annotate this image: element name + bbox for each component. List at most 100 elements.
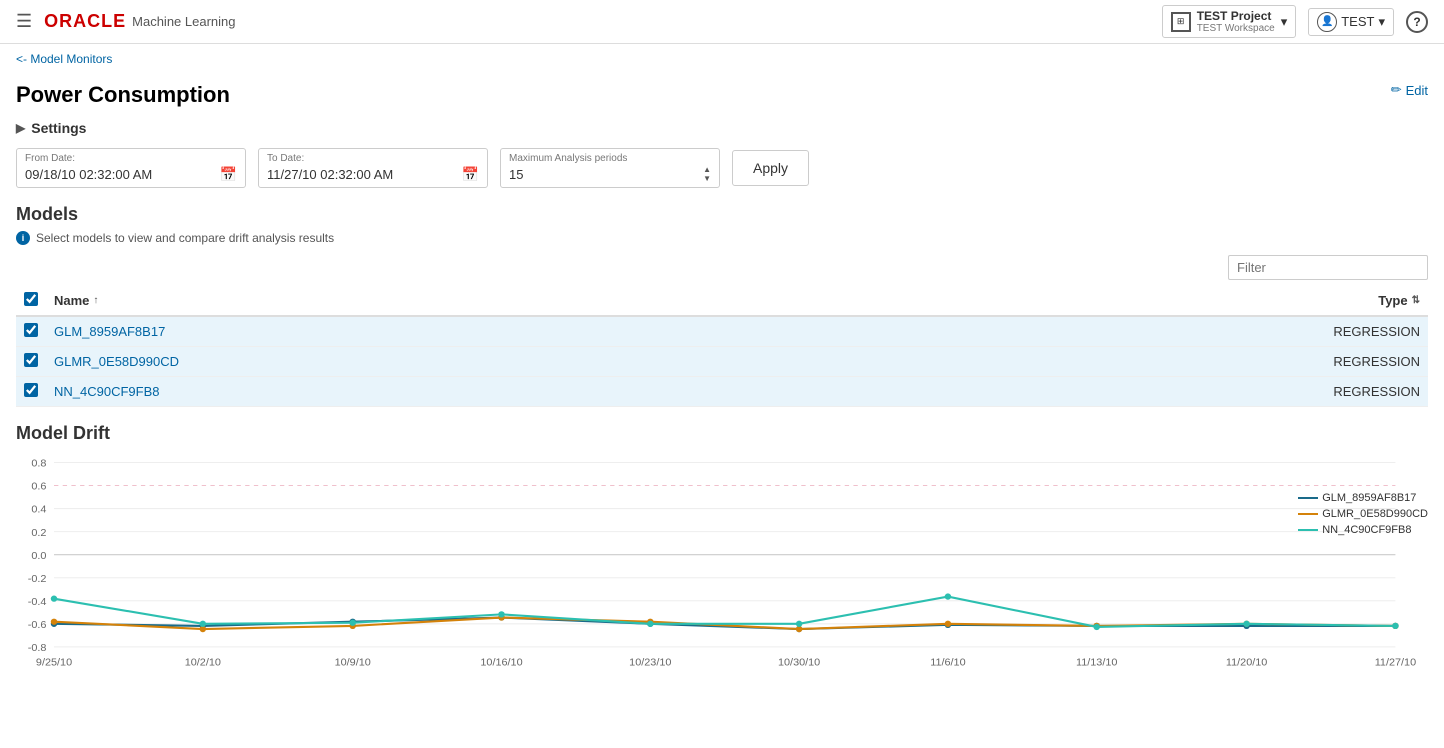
user-selector[interactable]: 👤 TEST ▾ — [1308, 8, 1394, 36]
svg-text:11/6/10: 11/6/10 — [930, 657, 965, 669]
user-avatar-icon: 👤 — [1317, 12, 1337, 32]
max-analysis-field[interactable]: Maximum Analysis periods 15 ▲ ▼ — [500, 148, 720, 188]
hamburger-menu-icon[interactable]: ☰ — [16, 11, 32, 32]
project-dropdown-icon: ▾ — [1281, 14, 1288, 30]
project-workspace: TEST Workspace — [1197, 23, 1275, 34]
row-checkbox[interactable] — [24, 353, 38, 367]
svg-text:10/9/10: 10/9/10 — [335, 657, 371, 669]
legend-glmr-label: GLMR_0E58D990CD — [1322, 508, 1428, 520]
legend-item-nn: NN_4C90CF9FB8 — [1298, 524, 1428, 536]
svg-text:11/20/10: 11/20/10 — [1226, 657, 1267, 669]
max-analysis-inner: 15 ▲ ▼ — [509, 166, 711, 183]
page-title-row: Power Consumption ✏ Edit — [16, 82, 1428, 108]
models-section: Models i Select models to view and compa… — [16, 204, 1428, 407]
row-type-cell: REGRESSION — [1288, 347, 1428, 377]
svg-text:9/25/10: 9/25/10 — [36, 657, 72, 669]
stepper-up-icon[interactable]: ▲ — [703, 166, 711, 174]
row-checkbox-cell[interactable] — [16, 347, 46, 377]
max-analysis-label: Maximum Analysis periods — [509, 153, 711, 164]
edit-pencil-icon: ✏ — [1391, 82, 1402, 98]
type-column-header[interactable]: Type ⇅ — [1288, 286, 1428, 316]
svg-text:10/23/10: 10/23/10 — [629, 657, 671, 669]
settings-header[interactable]: ▶ Settings — [16, 120, 1428, 136]
oracle-wordmark: ORACLE — [44, 11, 126, 32]
from-date-inner: 09/18/10 02:32:00 AM 📅 — [25, 166, 237, 183]
oracle-logo: ORACLE Machine Learning — [44, 11, 235, 32]
to-date-calendar-icon[interactable]: 📅 — [462, 166, 479, 183]
type-column-label: Type — [1378, 293, 1407, 308]
from-date-field[interactable]: From Date: 09/18/10 02:32:00 AM 📅 — [16, 148, 246, 188]
filter-row — [16, 255, 1428, 280]
svg-text:11/27/10: 11/27/10 — [1375, 657, 1416, 669]
models-table-header-row: Name ↑ Type ⇅ — [16, 286, 1428, 316]
info-icon: i — [16, 231, 30, 245]
svg-text:0.6: 0.6 — [31, 481, 46, 493]
select-all-checkbox[interactable] — [24, 292, 38, 306]
svg-text:-0.2: -0.2 — [28, 573, 47, 585]
table-row: NN_4C90CF9FB8 REGRESSION — [16, 377, 1428, 407]
to-date-value: 11/27/10 02:32:00 AM — [267, 167, 393, 182]
settings-controls: From Date: 09/18/10 02:32:00 AM 📅 To Dat… — [16, 148, 1428, 188]
svg-text:0.0: 0.0 — [31, 550, 46, 562]
model-drift-title: Model Drift — [16, 423, 1428, 444]
help-icon[interactable]: ? — [1406, 11, 1428, 33]
row-checkbox-cell[interactable] — [16, 377, 46, 407]
legend-glmr-color — [1298, 513, 1318, 515]
page-content: Power Consumption ✏ Edit ▶ Settings From… — [0, 74, 1444, 680]
project-selector[interactable]: ⊞ TEST Project TEST Workspace ▾ — [1162, 5, 1297, 38]
from-date-calendar-icon[interactable]: 📅 — [220, 166, 237, 183]
svg-text:10/16/10: 10/16/10 — [480, 657, 522, 669]
table-row: GLMR_0E58D990CD REGRESSION — [16, 347, 1428, 377]
model-drift-chart: 0.8 0.6 0.4 0.2 0.0 -0.2 -0.4 -0.6 -0.8 — [16, 452, 1428, 672]
apply-button[interactable]: Apply — [732, 150, 809, 186]
type-sort-icon: ⇅ — [1412, 295, 1420, 306]
to-date-field[interactable]: To Date: 11/27/10 02:32:00 AM 📅 — [258, 148, 488, 188]
legend-glm-label: GLM_8959AF8B17 — [1322, 492, 1416, 504]
name-column-label: Name — [54, 293, 89, 308]
svg-text:11/13/10: 11/13/10 — [1076, 657, 1117, 669]
row-checkbox[interactable] — [24, 323, 38, 337]
filter-input[interactable] — [1228, 255, 1428, 280]
legend-nn-label: NN_4C90CF9FB8 — [1322, 524, 1411, 536]
table-row: GLM_8959AF8B17 REGRESSION — [16, 316, 1428, 347]
oracle-ml-label: Machine Learning — [132, 14, 235, 29]
page-title: Power Consumption — [16, 82, 230, 108]
row-checkbox[interactable] — [24, 383, 38, 397]
svg-text:0.4: 0.4 — [31, 504, 46, 516]
project-name: TEST Project — [1197, 9, 1275, 23]
row-name-cell: GLM_8959AF8B17 — [46, 316, 1288, 347]
breadcrumb-link[interactable]: <- Model Monitors — [16, 52, 112, 66]
from-date-value: 09/18/10 02:32:00 AM — [25, 167, 152, 182]
model-link[interactable]: NN_4C90CF9FB8 — [54, 384, 160, 399]
row-checkbox-cell[interactable] — [16, 316, 46, 347]
legend-nn-color — [1298, 529, 1318, 531]
svg-text:10/30/10: 10/30/10 — [778, 657, 820, 669]
from-date-label: From Date: — [25, 153, 237, 164]
to-date-inner: 11/27/10 02:32:00 AM 📅 — [267, 166, 479, 183]
settings-expand-icon: ▶ — [16, 121, 25, 135]
models-table-head: Name ↑ Type ⇅ — [16, 286, 1428, 316]
model-link[interactable]: GLMR_0E58D990CD — [54, 354, 179, 369]
row-type-cell: REGRESSION — [1288, 377, 1428, 407]
models-hint: i Select models to view and compare drif… — [16, 231, 1428, 245]
legend-glm-color — [1298, 497, 1318, 499]
name-column-header[interactable]: Name ↑ — [46, 286, 1288, 316]
row-name-cell: NN_4C90CF9FB8 — [46, 377, 1288, 407]
svg-text:0.8: 0.8 — [31, 458, 46, 470]
models-table-body: GLM_8959AF8B17 REGRESSION GLMR_0E58D990C… — [16, 316, 1428, 407]
stepper-down-icon[interactable]: ▼ — [703, 175, 711, 183]
max-analysis-value: 15 — [509, 167, 523, 182]
drift-chart-svg: 0.8 0.6 0.4 0.2 0.0 -0.2 -0.4 -0.6 -0.8 — [16, 452, 1428, 672]
settings-label: Settings — [31, 120, 86, 136]
to-date-label: To Date: — [267, 153, 479, 164]
name-sort-icon: ↑ — [93, 295, 98, 306]
row-type-cell: REGRESSION — [1288, 316, 1428, 347]
project-text: TEST Project TEST Workspace — [1197, 9, 1275, 34]
legend-item-glmr: GLMR_0E58D990CD — [1298, 508, 1428, 520]
max-analysis-stepper[interactable]: ▲ ▼ — [703, 166, 711, 183]
edit-button[interactable]: ✏ Edit — [1391, 82, 1428, 98]
user-dropdown-icon: ▾ — [1378, 14, 1385, 30]
settings-section: ▶ Settings From Date: 09/18/10 02:32:00 … — [16, 120, 1428, 188]
model-link[interactable]: GLM_8959AF8B17 — [54, 324, 165, 339]
select-all-header[interactable] — [16, 286, 46, 316]
